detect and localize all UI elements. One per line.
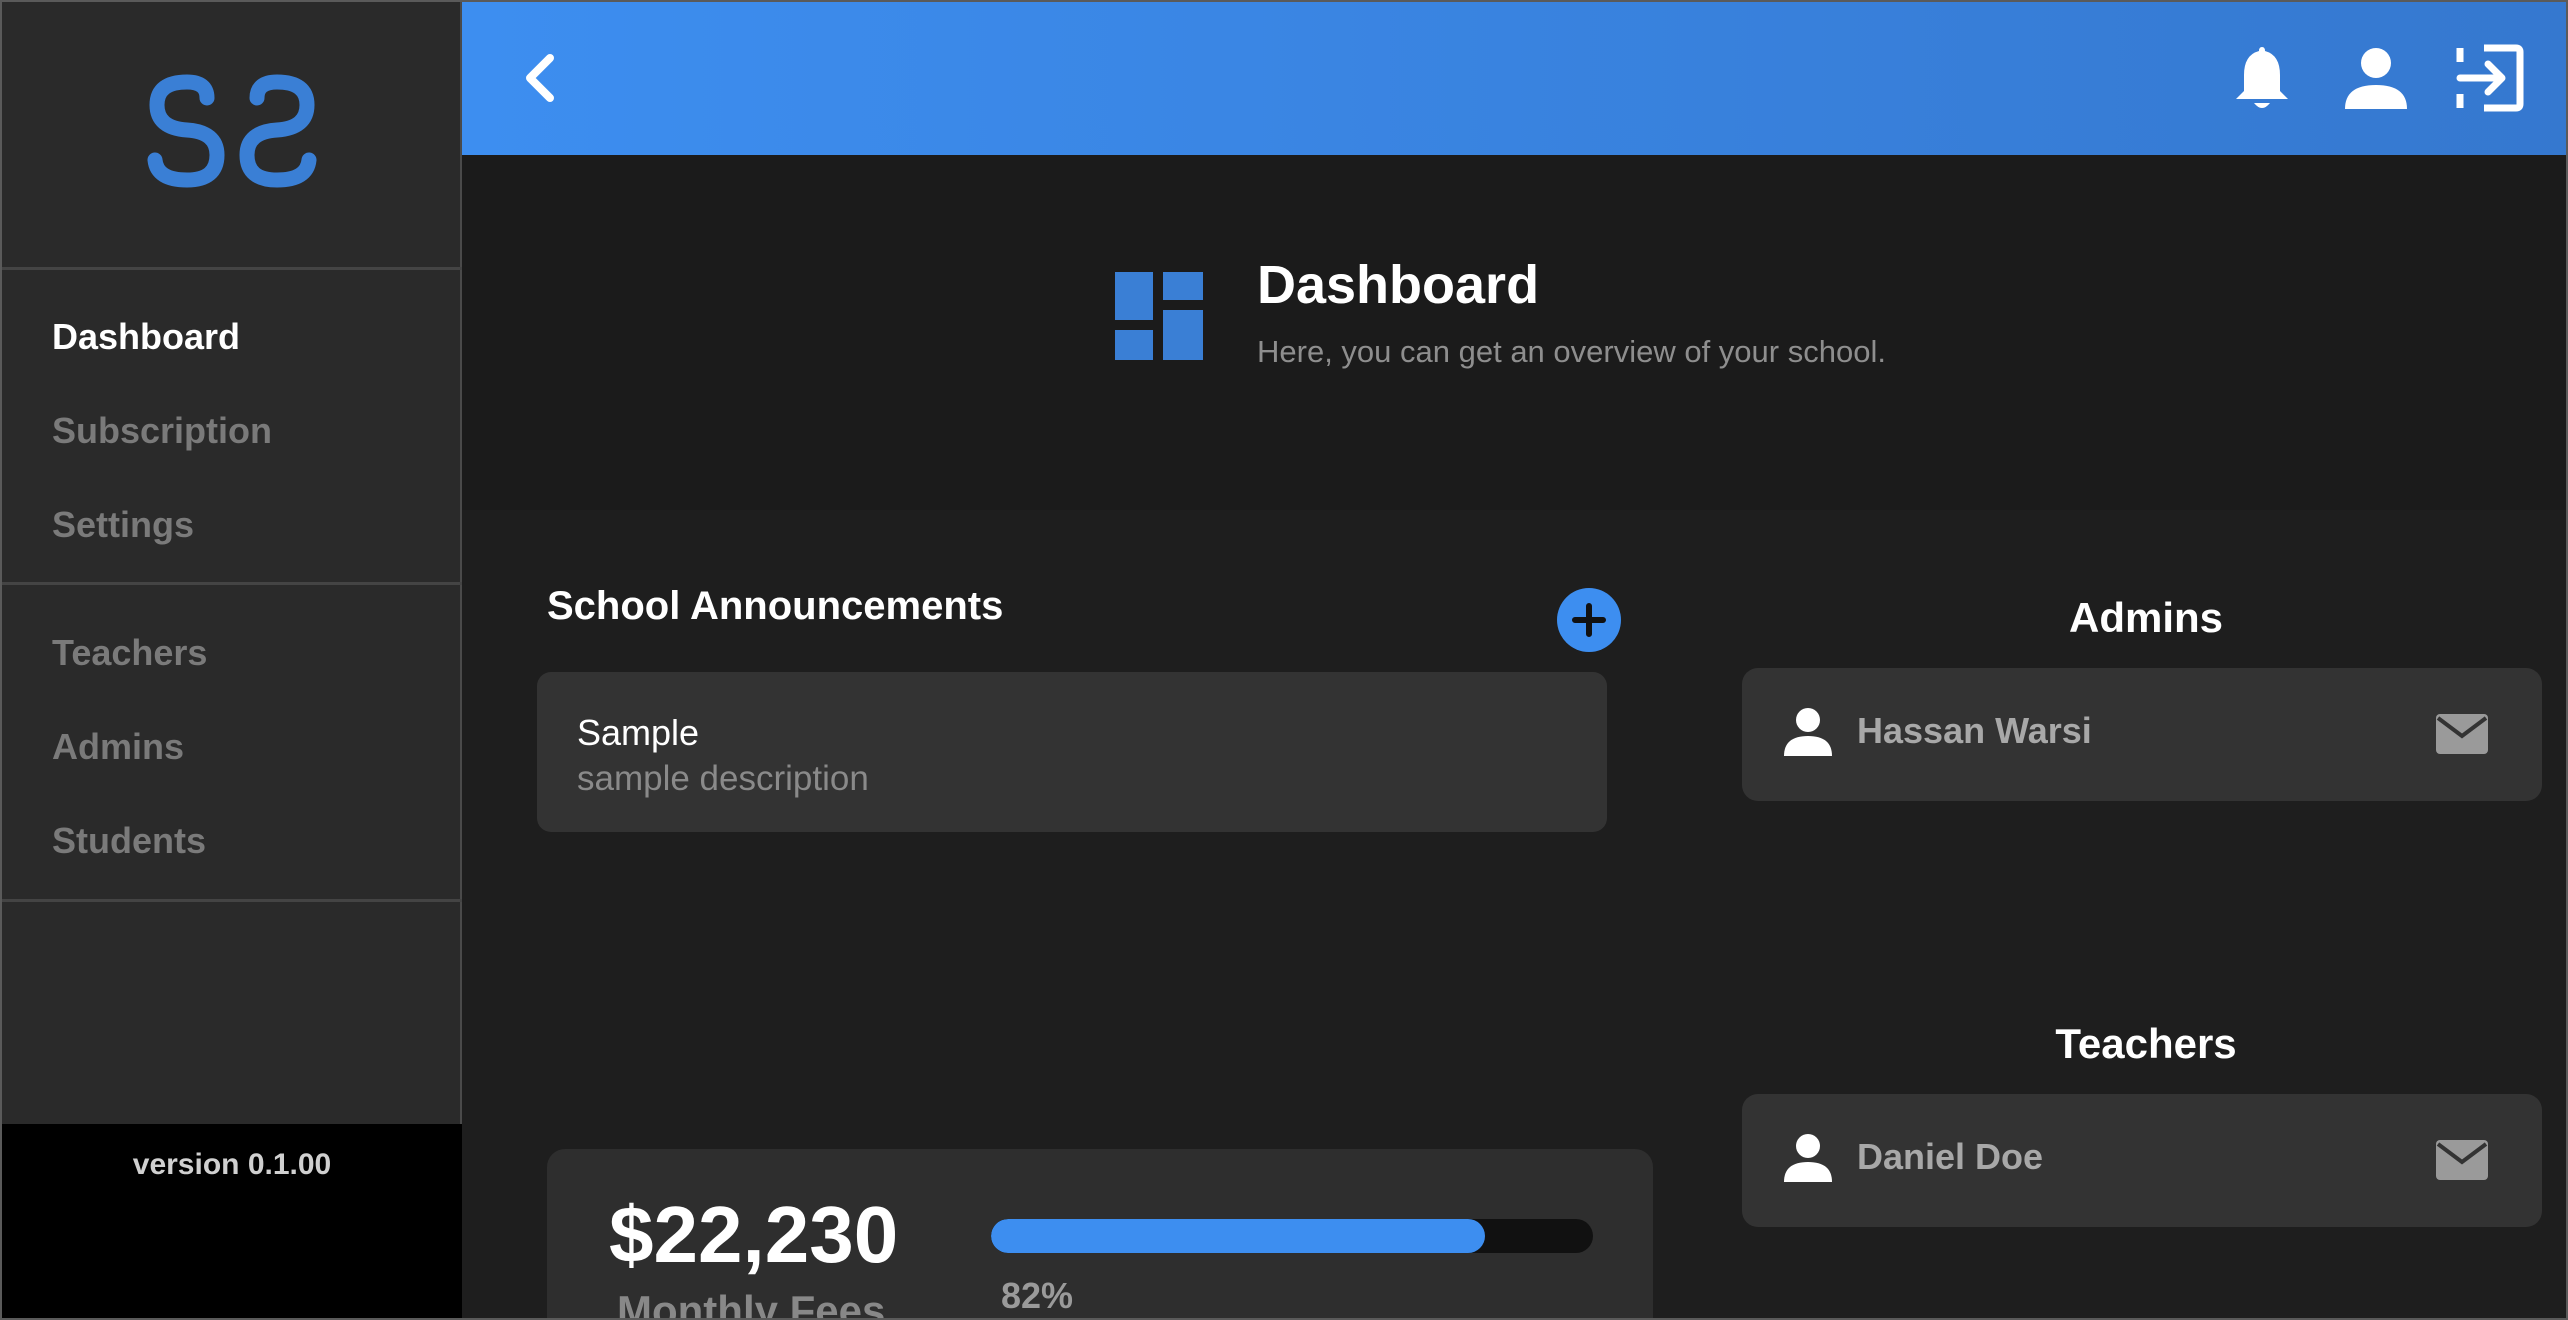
top-bar	[462, 2, 2566, 155]
mail-icon[interactable]	[2434, 1138, 2490, 1187]
version-label: version 0.1.00	[132, 1148, 332, 1181]
app-window: Dashboard Subscription Settings Teachers…	[0, 0, 2568, 1320]
page-title: Dashboard	[1257, 255, 1540, 315]
admin-card[interactable]: Hassan Warsi	[1742, 668, 2542, 801]
teachers-title: Teachers	[2055, 1020, 2237, 1067]
person-icon	[1782, 706, 1834, 763]
teacher-name: Daniel Doe	[1857, 1136, 2044, 1177]
sidebar-divider	[2, 582, 462, 585]
sidebar-item-admins[interactable]: Admins	[52, 726, 184, 768]
monthly-fees-card: $22,230 Monthly Fees 82%	[547, 1149, 1653, 1320]
sidebar-item-teachers[interactable]: Teachers	[52, 632, 207, 674]
user-icon[interactable]	[2338, 40, 2414, 116]
fees-progress-bar	[991, 1219, 1593, 1253]
sidebar-divider	[2, 267, 462, 270]
dashboard-icon	[1115, 272, 1203, 365]
add-announcement-button[interactable]	[1557, 588, 1621, 652]
fees-amount: $22,230	[609, 1190, 899, 1279]
sidebar-item-students[interactable]: Students	[52, 820, 206, 862]
sidebar-item-subscription[interactable]: Subscription	[52, 410, 272, 452]
sidebar-item-dashboard[interactable]: Dashboard	[52, 316, 240, 358]
admins-title: Admins	[2068, 594, 2223, 641]
plus-icon	[1572, 603, 1606, 637]
fees-label: Monthly Fees	[617, 1287, 886, 1320]
app-logo[interactable]	[2, 2, 462, 267]
mail-icon[interactable]	[2434, 712, 2490, 761]
logout-icon[interactable]	[2452, 40, 2528, 116]
admin-name: Hassan Warsi	[1857, 710, 2092, 751]
bell-icon[interactable]	[2224, 40, 2300, 116]
sidebar-item-settings[interactable]: Settings	[52, 504, 194, 546]
teacher-card[interactable]: Daniel Doe	[1742, 1094, 2542, 1227]
fees-progress-fill	[991, 1219, 1485, 1253]
person-icon	[1782, 1132, 1834, 1189]
announcement-card[interactable]: Sample sample description	[537, 672, 1607, 832]
announcement-title: Sample	[577, 712, 700, 753]
logo-icon	[147, 73, 317, 188]
page-subtitle: Here, you can get an overview of your sc…	[1257, 334, 1886, 369]
back-chevron-icon[interactable]	[512, 50, 568, 106]
sidebar-divider	[2, 899, 462, 902]
fees-progress-text: 82%	[1001, 1275, 1074, 1316]
announcements-title: School Announcements	[547, 584, 1004, 628]
sidebar: Dashboard Subscription Settings Teachers…	[2, 2, 462, 1318]
announcement-description: sample description	[577, 759, 869, 798]
page-header	[462, 155, 2566, 510]
